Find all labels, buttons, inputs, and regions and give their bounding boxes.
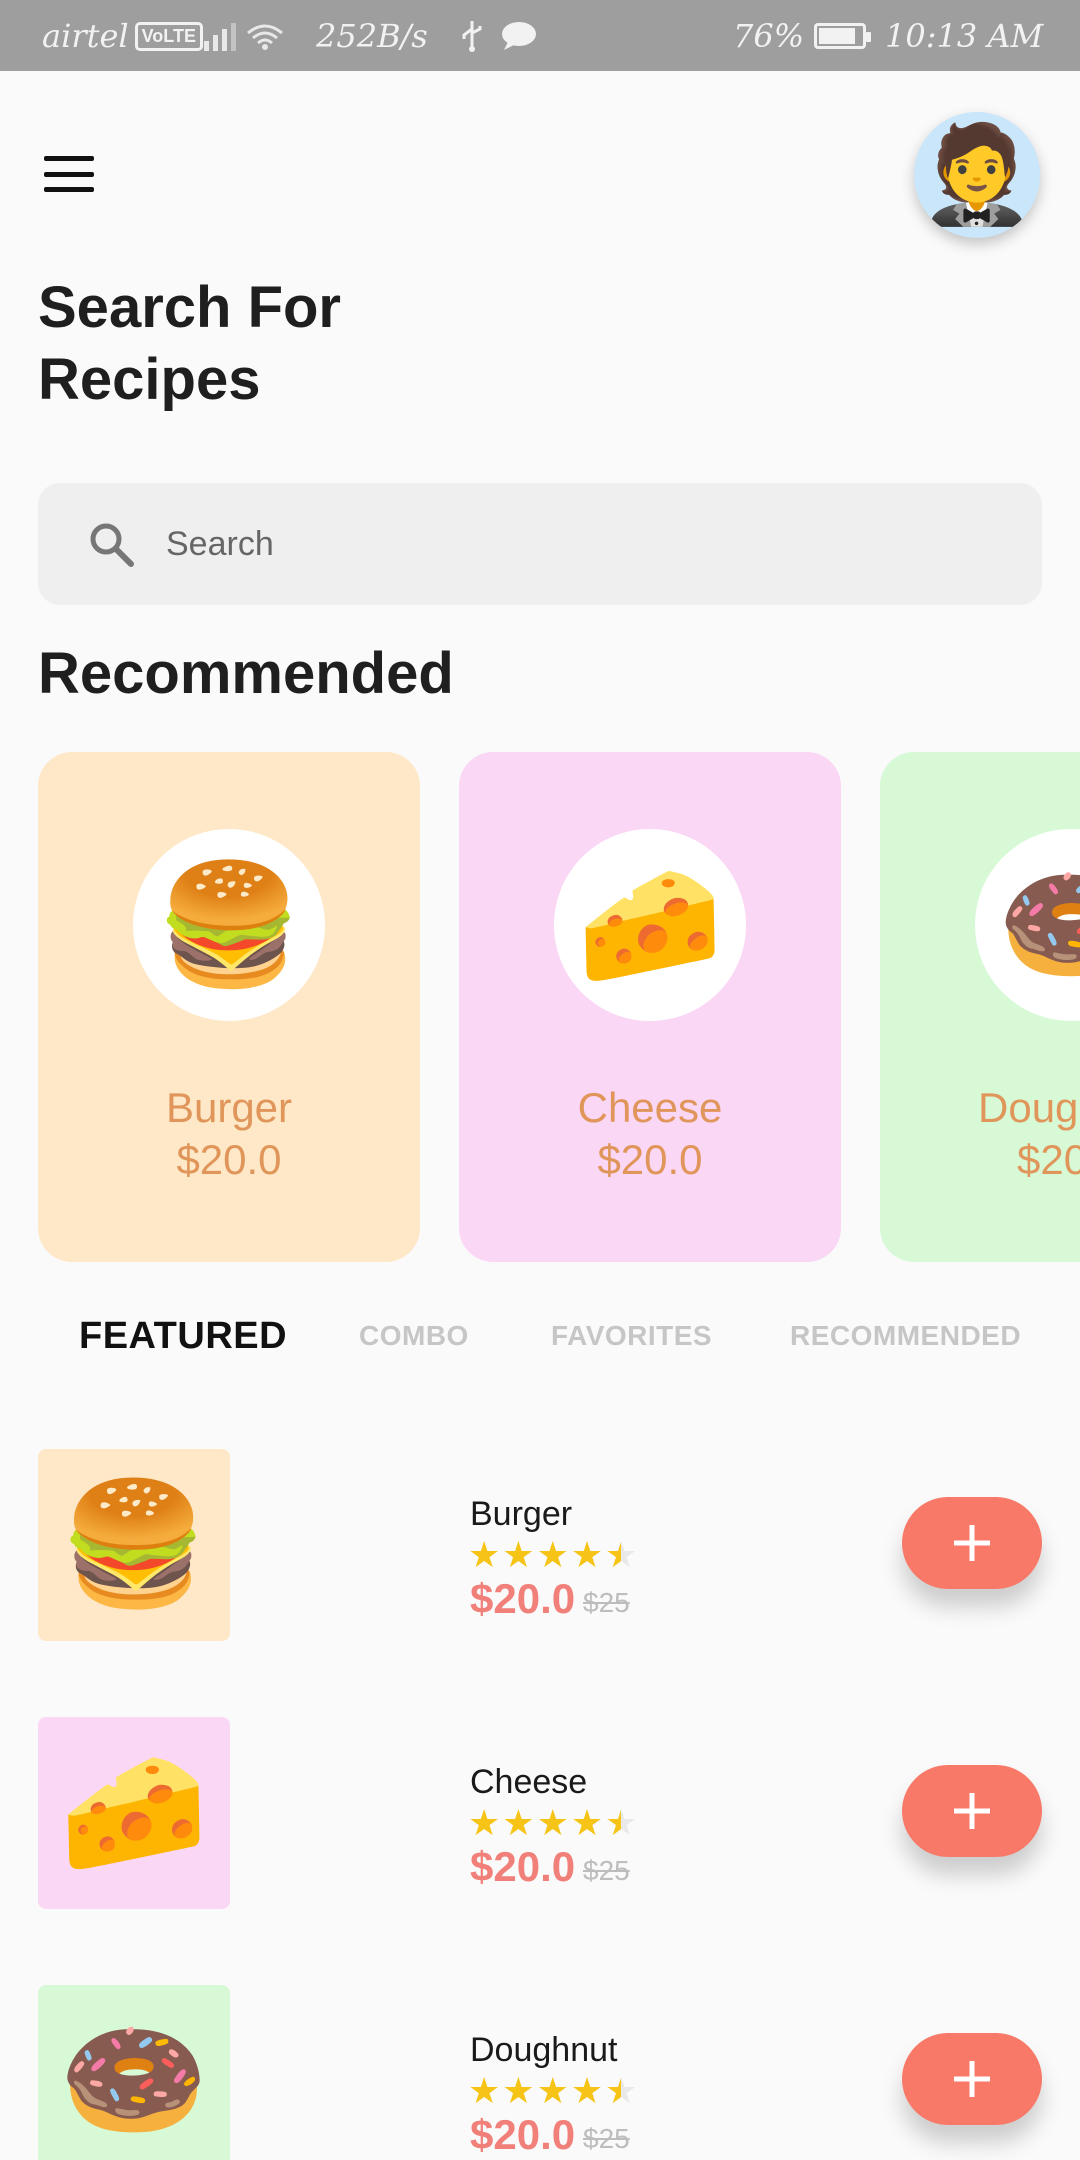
network-speed: 252B/s [316, 17, 428, 55]
battery-icon [814, 23, 872, 49]
star-full-icon: ★ [502, 2070, 535, 2111]
star-rating: ★ ★ ★ ★ ★ [468, 2071, 637, 2111]
section-title-recommended: Recommended [38, 641, 454, 706]
burger-icon: 🍔 [155, 859, 303, 991]
plus-icon [954, 1525, 990, 1561]
star-full-icon: ★ [502, 1802, 535, 1843]
item-price: $20.0 [470, 2111, 576, 2158]
usb-icon [460, 16, 484, 56]
card-image: 🍔 [133, 829, 325, 1021]
card-image: 🍩 [975, 829, 1080, 1021]
card-image: 🧀 [554, 829, 746, 1021]
list-item[interactable]: 🧀 Cheese ★ ★ ★ ★ ★ $20.0 $25 [38, 1717, 1042, 1909]
card-price: $20 [1017, 1136, 1080, 1183]
star-full-icon: ★ [570, 1534, 604, 1575]
card-price: $20.0 [597, 1136, 703, 1183]
star-full-icon: ★ [570, 1802, 604, 1843]
item-thumbnail: 🍩 [38, 1985, 230, 2160]
tab-recommended[interactable]: RECOMMENDED [790, 1320, 1021, 1352]
card-name: Doug [978, 1084, 1079, 1131]
item-name: Cheese [470, 1763, 588, 1801]
item-name: Burger [470, 1495, 573, 1533]
status-bar: airtel VoLTE 252B/s 76% 10:13 AM [0, 0, 1080, 71]
carrier: airtel VoLTE [42, 16, 203, 56]
search-input[interactable] [166, 524, 986, 564]
tab-featured[interactable]: FEATURED [79, 1315, 287, 1358]
cheese-icon: 🧀 [576, 859, 724, 991]
star-full-icon: ★ [502, 1534, 535, 1575]
star-full-icon: ★ [468, 1802, 501, 1843]
signal-icon [204, 16, 286, 56]
add-button[interactable] [902, 1497, 1042, 1589]
wifi-icon [247, 24, 283, 50]
page-title: Search For Recipes [38, 275, 341, 412]
star-half-icon: ★ [605, 1802, 638, 1843]
recommended-card[interactable]: 🧀 Cheese $20.0 [459, 752, 841, 1262]
star-full-icon: ★ [570, 2070, 604, 2111]
card-name: Burger [165, 1084, 293, 1131]
star-rating: ★ ★ ★ ★ ★ [468, 1803, 637, 1843]
card-name: Cheese [577, 1084, 723, 1131]
search-bar[interactable] [38, 483, 1042, 605]
recommended-carousel[interactable]: 🍔 Burger $20.0 🧀 Cheese $20.0 🍩 Doug $20 [0, 752, 1080, 1262]
star-half-icon: ★ [605, 1534, 638, 1575]
item-old-price: $25 [583, 2123, 630, 2154]
battery: 76% [733, 16, 872, 56]
doughnut-icon: 🍩 [59, 2013, 209, 2147]
list-item[interactable]: 🍔 Burger ★ ★ ★ ★ ★ $20.0 $25 [38, 1449, 1042, 1641]
man-in-tuxedo-icon: 🤵 [917, 121, 1037, 228]
menu-icon[interactable] [44, 156, 94, 192]
item-old-price: $25 [583, 1855, 630, 1886]
recommended-card[interactable]: 🍔 Burger $20.0 [38, 752, 420, 1262]
card-price: $20.0 [176, 1136, 282, 1183]
add-button[interactable] [902, 2033, 1042, 2125]
plus-icon [954, 2061, 990, 2097]
star-full-icon: ★ [468, 1534, 501, 1575]
avatar[interactable]: 🤵 [914, 112, 1040, 238]
list-item[interactable]: 🍩 Doughnut ★ ★ ★ ★ ★ $20.0 $25 [38, 1985, 1042, 2160]
item-thumbnail: 🍔 [38, 1449, 230, 1641]
chat-icon [500, 16, 538, 56]
item-price: $20.0 [470, 1575, 576, 1622]
category-tabs: FEATURED COMBO FAVORITES RECOMMENDED [0, 1315, 1080, 1380]
battery-percent: 76% [733, 17, 805, 55]
star-full-icon: ★ [536, 2070, 569, 2111]
star-full-icon: ★ [468, 2070, 501, 2111]
add-button[interactable] [902, 1765, 1042, 1857]
star-full-icon: ★ [536, 1802, 569, 1843]
doughnut-icon: 🍩 [997, 859, 1080, 991]
item-old-price: $25 [583, 1587, 630, 1618]
carrier-name: airtel [42, 17, 129, 55]
item-price: $20.0 [470, 1843, 576, 1890]
burger-icon: 🍔 [59, 1477, 209, 1611]
item-thumbnail: 🧀 [38, 1717, 230, 1909]
volte-badge: VoLTE [134, 21, 203, 51]
cheese-icon: 🧀 [59, 1745, 209, 1879]
tab-combo[interactable]: COMBO [359, 1320, 469, 1352]
star-rating: ★ ★ ★ ★ ★ [468, 1535, 637, 1575]
tab-favorites[interactable]: FAVORITES [551, 1320, 712, 1352]
star-full-icon: ★ [536, 1534, 569, 1575]
star-half-icon: ★ [605, 2070, 638, 2111]
recommended-card[interactable]: 🍩 Doug $20 [880, 752, 1080, 1262]
search-icon [86, 519, 136, 569]
clock: 10:13 AM [885, 17, 1044, 55]
plus-icon [954, 1793, 990, 1829]
item-name: Doughnut [470, 2031, 618, 2069]
